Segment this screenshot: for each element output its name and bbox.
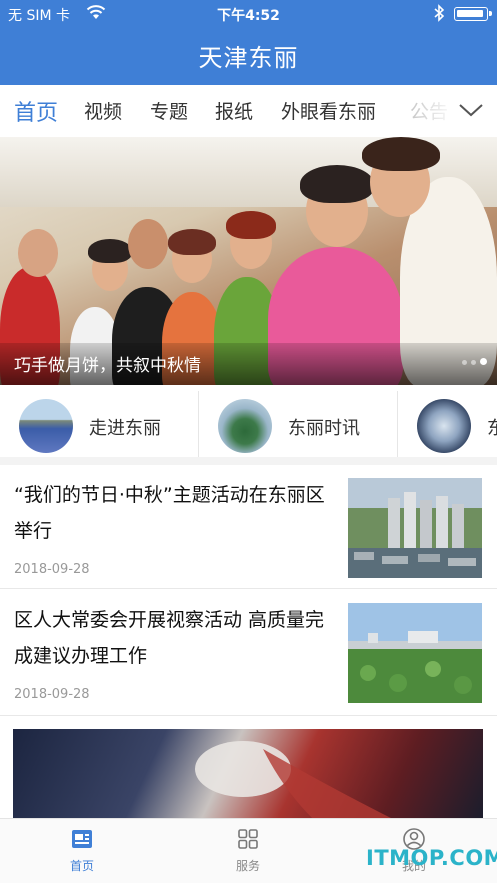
hero-figure [88,239,132,263]
bluetooth-icon [434,4,445,22]
news-thumbnail [348,478,482,578]
quick-link-label: 东 [487,414,497,440]
nav-home[interactable]: 首页 [42,827,122,874]
nav-label: 首页 [69,859,94,873]
hero-figure [226,211,276,239]
news-icon [72,830,92,848]
carousel-dot [462,360,467,365]
nav-services[interactable]: 服务 [208,827,288,874]
app-title: 天津东丽 [198,44,299,72]
news-date: 2018-09-28 [14,687,90,702]
quick-link-label: 走进东丽 [89,418,161,439]
news-title: 区人大常委会开展视察活动 高质量完成建议办理工作 [14,609,325,667]
category-tabs: 首页 视频 专题 报纸 外眼看东丽 公告 [0,85,497,137]
hero-banner[interactable]: 巧手做月饼，共叙中秋情 [0,137,497,385]
divider [397,391,398,457]
news-item[interactable]: 区人大常委会开展视察活动 高质量完成建议办理工作 2018-09-28 [0,590,497,716]
nav-label: 服务 [235,859,260,873]
news-thumbnail [348,603,482,703]
divider [198,391,199,457]
tab-outside-view[interactable]: 外眼看东丽 [281,97,376,124]
tab-newspaper[interactable]: 报纸 [215,97,253,124]
chevron-down-icon[interactable] [456,99,486,121]
dongli-news-thumbnail [218,399,272,453]
clock: 下午4:52 [217,8,280,24]
app-header: 无 SIM 卡 下午4:52 天津东丽 [0,0,497,85]
hero-figure [362,137,440,171]
partial-thumbnail [417,399,471,453]
featured-image[interactable] [13,729,483,819]
carousel-dot [471,360,476,365]
carousel-indicator [458,350,487,369]
news-item[interactable]: “我们的节日·中秋”主题活动在东丽区举行 2018-09-28 [0,465,497,589]
tab-topics[interactable]: 专题 [150,97,188,124]
hero-figure [128,219,168,269]
tab-video[interactable]: 视频 [84,97,122,124]
status-bar: 无 SIM 卡 下午4:52 [0,0,497,28]
tabs-fade [395,85,457,137]
hero-figure [18,229,58,277]
about-dongli-thumbnail [19,399,73,453]
quick-link-label: 东丽时讯 [288,418,360,439]
news-title: “我们的节日·中秋”主题活动在东丽区举行 [14,484,325,542]
hero-figure [168,229,216,255]
hero-figure [300,165,374,203]
hero-caption: 巧手做月饼，共叙中秋情 [14,356,201,376]
news-date: 2018-09-28 [14,562,90,577]
tab-home[interactable]: 首页 [14,95,58,127]
battery-icon [454,7,492,21]
carousel-dot-active [480,358,487,365]
quick-links: 走进东丽 东丽时讯 东 [0,385,497,465]
grid-icon [238,829,258,849]
site-watermark: ITMOP.COM [366,846,497,870]
